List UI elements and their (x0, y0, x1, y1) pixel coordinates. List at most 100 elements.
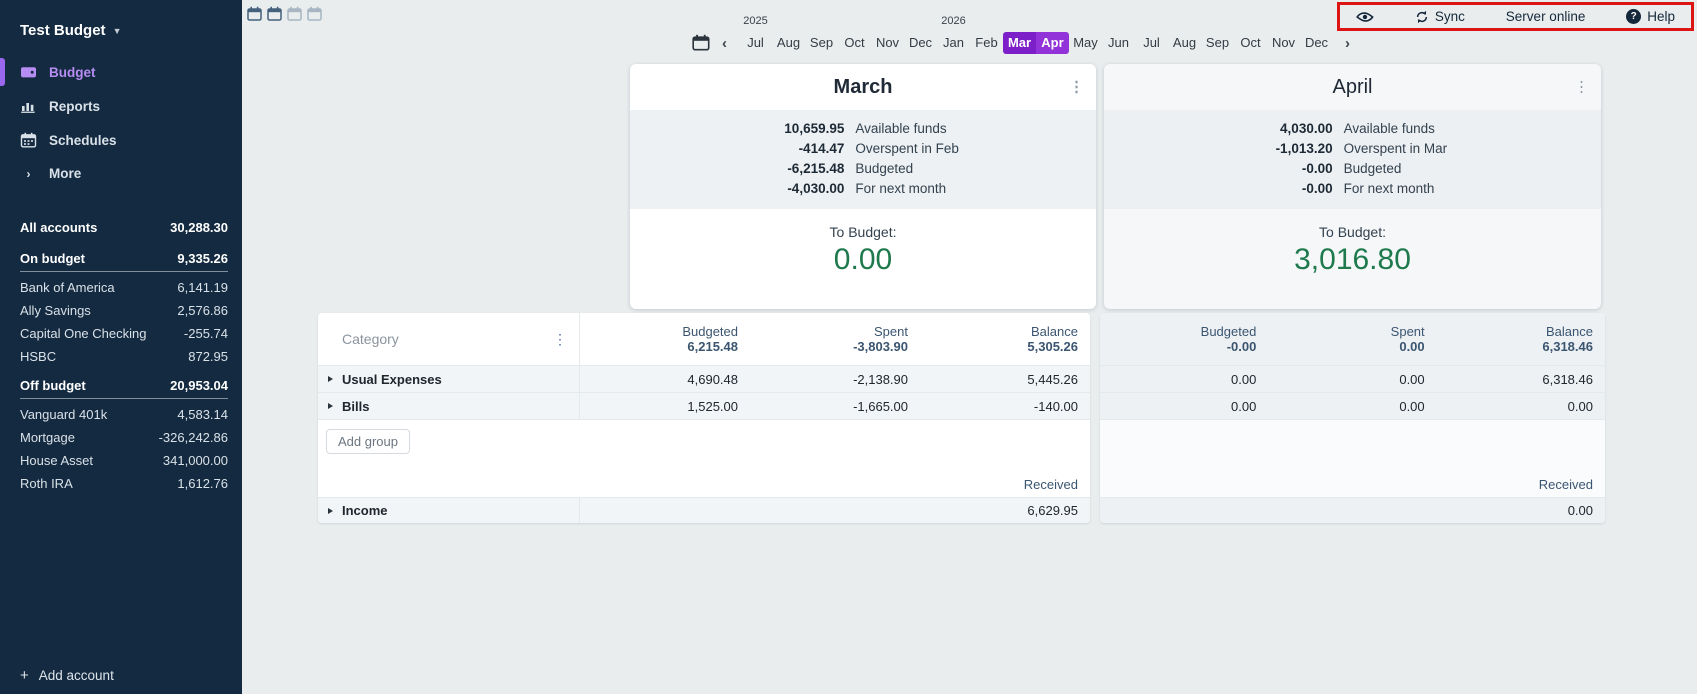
income-received-april[interactable]: 0.00 (1100, 498, 1605, 523)
account-row-ally-savings[interactable]: Ally Savings 2,576.86 (0, 299, 242, 322)
month-cell-selected-mar[interactable]: Mar (1003, 32, 1036, 54)
show-3-months-icon[interactable] (287, 6, 302, 21)
month-cell[interactable]: Oct (838, 32, 871, 54)
cell-spent[interactable]: -2,138.90 (750, 366, 920, 392)
year-label-2026: 2026 (937, 15, 970, 27)
show-4-months-icon[interactable] (307, 6, 322, 21)
month-cell-selected-apr[interactable]: Apr (1036, 32, 1069, 54)
cell-budgeted[interactable]: 0.00 (1100, 393, 1268, 419)
sidebar-item-label: More (49, 166, 81, 181)
month-menu-button[interactable]: ⋮ (1069, 80, 1084, 95)
group-row-bills[interactable]: Bills 1,525.00 -1,665.00 -140.00 (318, 392, 1090, 419)
summary-label: Overspent in Mar (1344, 139, 1448, 159)
balance-column-header[interactable]: Balance (1546, 324, 1593, 339)
sync-button[interactable]: Sync (1415, 9, 1465, 24)
budget-table-march: Category ⋮ Budgeted6,215.48 Spent-3,803.… (318, 313, 1090, 523)
server-status-button[interactable]: Server online (1506, 9, 1586, 24)
month-cell[interactable]: May (1069, 32, 1102, 54)
balance-total[interactable]: 6,318.46 (1542, 339, 1593, 354)
cell-spent[interactable]: 0.00 (1268, 366, 1436, 392)
income-received-march[interactable]: 6,629.95 (580, 498, 1090, 523)
month-title: April (1332, 76, 1372, 99)
spent-total[interactable]: -3,803.90 (853, 339, 908, 354)
show-1-month-icon[interactable] (247, 6, 262, 21)
server-status-label: Server online (1506, 9, 1586, 24)
cell-budgeted[interactable]: 1,525.00 (580, 393, 750, 419)
budget-file-switcher[interactable]: Test Budget ▼ (0, 0, 242, 53)
month-cell[interactable]: Dec (1300, 32, 1333, 54)
month-cell[interactable]: Aug (1168, 32, 1201, 54)
all-accounts-row[interactable]: All accounts 30,288.30 (0, 216, 242, 239)
privacy-eye-button[interactable] (1356, 11, 1374, 23)
income-row[interactable]: Income 6,629.95 (318, 497, 1090, 523)
cell-spent[interactable]: 0.00 (1268, 393, 1436, 419)
next-month-button[interactable]: › (1342, 35, 1353, 54)
spent-column-header[interactable]: Spent (874, 324, 908, 339)
account-row-roth-ira[interactable]: Roth IRA 1,612.76 (0, 472, 242, 495)
budgeted-column-header[interactable]: Budgeted (682, 324, 738, 339)
account-balance: 30,288.30 (170, 220, 228, 235)
cell-balance[interactable]: 5,445.26 (920, 366, 1090, 392)
balance-column-header[interactable]: Balance (1031, 324, 1078, 339)
account-row-house-asset[interactable]: House Asset 341,000.00 (0, 449, 242, 472)
calendar-icon (20, 132, 37, 148)
to-budget-amount[interactable]: 0.00 (630, 243, 1096, 277)
to-budget-amount[interactable]: 3,016.80 (1104, 243, 1601, 277)
month-strip: 2025 2026 Jul Aug Sep Oct Nov Dec Jan Fe… (739, 17, 1333, 54)
off-budget-header[interactable]: Off budget 20,953.04 (20, 378, 228, 399)
account-label: Mortgage (20, 430, 75, 445)
account-balance: 2,576.86 (177, 303, 228, 318)
budgeted-total[interactable]: -0.00 (1227, 339, 1257, 354)
sidebar-item-more[interactable]: › More (0, 157, 242, 190)
month-menu-button[interactable]: ⋮ (1574, 80, 1589, 95)
month-cell[interactable]: Aug (772, 32, 805, 54)
month-cell[interactable]: Sep (1201, 32, 1234, 54)
eye-icon (1356, 11, 1374, 23)
account-balance: 341,000.00 (163, 453, 228, 468)
account-row-mortgage[interactable]: Mortgage -326,242.86 (0, 426, 242, 449)
month-cell[interactable]: Jul (1135, 32, 1168, 54)
sidebar-item-reports[interactable]: Reports (0, 89, 242, 123)
income-row[interactable]: 0.00 (1100, 497, 1605, 523)
spent-column-header[interactable]: Spent (1391, 324, 1425, 339)
show-2-months-icon[interactable] (267, 6, 282, 21)
month-picker-icon[interactable] (692, 34, 710, 51)
cell-balance[interactable]: 6,318.46 (1437, 366, 1605, 392)
sidebar-item-label: Schedules (49, 133, 117, 148)
add-account-button[interactable]: + Add account (20, 667, 114, 684)
cell-balance[interactable]: 0.00 (1437, 393, 1605, 419)
month-cell[interactable]: Sep (805, 32, 838, 54)
cell-budgeted[interactable]: 4,690.48 (580, 366, 750, 392)
account-row-vanguard-401k[interactable]: Vanguard 401k 4,583.14 (0, 403, 242, 426)
balance-total[interactable]: 5,305.26 (1027, 339, 1078, 354)
budgeted-column-header[interactable]: Budgeted (1201, 324, 1257, 339)
month-cell[interactable]: Dec (904, 32, 937, 54)
account-row-bank-of-america[interactable]: Bank of America 6,141.19 (0, 276, 242, 299)
add-group-button[interactable]: Add group (326, 429, 410, 454)
group-row-usual-expenses[interactable]: 0.00 0.00 6,318.46 (1100, 365, 1605, 392)
account-row-hsbc[interactable]: HSBC 872.95 (0, 345, 242, 368)
category-menu-button[interactable]: ⋮ (553, 332, 567, 346)
month-cell[interactable]: Oct (1234, 32, 1267, 54)
previous-month-button[interactable]: ‹ (719, 35, 730, 54)
month-cell[interactable]: Jun (1102, 32, 1135, 54)
month-cell[interactable]: Feb (970, 32, 1003, 54)
cell-balance[interactable]: -140.00 (920, 393, 1090, 419)
cell-budgeted[interactable]: 0.00 (1100, 366, 1268, 392)
spent-total[interactable]: 0.00 (1399, 339, 1424, 354)
on-budget-header[interactable]: On budget 9,335.26 (20, 251, 228, 272)
month-cell[interactable]: Nov (1267, 32, 1300, 54)
month-cell[interactable]: Jan (937, 32, 970, 54)
group-row-usual-expenses[interactable]: Usual Expenses 4,690.48 -2,138.90 5,445.… (318, 365, 1090, 392)
budgeted-total[interactable]: 6,215.48 (687, 339, 738, 354)
sidebar-item-budget[interactable]: Budget (0, 55, 242, 89)
wallet-icon (20, 64, 37, 80)
help-button[interactable]: ? Help (1626, 9, 1675, 24)
group-row-bills[interactable]: 0.00 0.00 0.00 (1100, 392, 1605, 419)
account-row-capital-one[interactable]: Capital One Checking -255.74 (0, 322, 242, 345)
sidebar-item-schedules[interactable]: Schedules (0, 123, 242, 157)
account-label: All accounts (20, 220, 97, 235)
cell-spent[interactable]: -1,665.00 (750, 393, 920, 419)
month-cell[interactable]: Jul (739, 32, 772, 54)
month-cell[interactable]: Nov (871, 32, 904, 54)
